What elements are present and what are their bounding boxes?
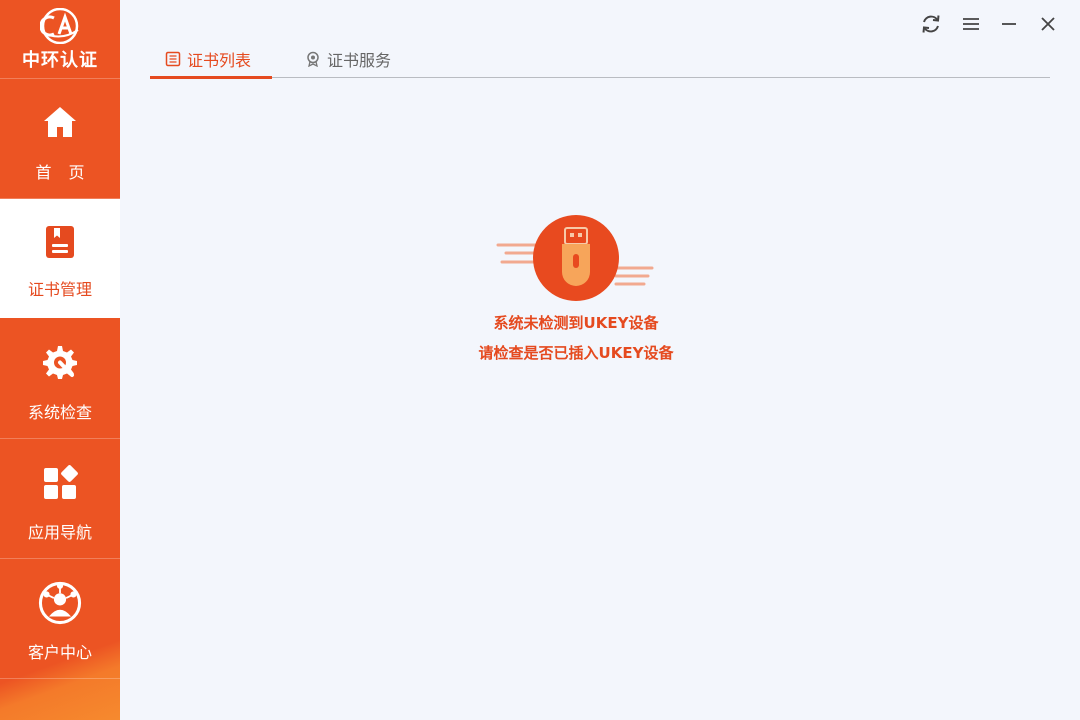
gear-wrench-icon (43, 346, 77, 379)
sidebar-item-label: 客户中心 (27, 643, 92, 662)
tab-certificate-service[interactable]: 证书服务 (305, 40, 391, 77)
sidebar-item-label: 首 页 (35, 163, 91, 182)
sidebar-item-app-navigation[interactable]: 应用导航 (0, 439, 120, 559)
sidebar-item-system-check[interactable]: 系统检查 (0, 319, 120, 439)
tab-bar: 证书列表 证书服务 (150, 40, 1050, 79)
close-icon[interactable] (1036, 12, 1060, 36)
badge-icon (307, 51, 319, 67)
sidebar-item-label: 证书管理 (27, 280, 92, 299)
tab-label: 证书列表 (187, 50, 252, 70)
apps-grid-icon (44, 465, 78, 499)
app-name: 中环认证 (22, 50, 98, 71)
menu-icon[interactable] (959, 12, 983, 36)
sidebar: 中环认证 首 页 证书管理 系统检查 应用导航 客户中心 (0, 0, 120, 720)
sidebar-item-home[interactable]: 首 页 (0, 79, 120, 199)
sidebar-item-label: 系统检查 (27, 403, 92, 422)
ca-logo-icon (40, 8, 79, 44)
insert-ukey-hint: 请检查是否已插入UKEY设备 (478, 344, 674, 362)
active-tab-indicator (150, 76, 272, 79)
sidebar-item-customer-center[interactable]: 客户中心 (0, 559, 120, 679)
no-ukey-message: 系统未检测到UKEY设备 (493, 314, 659, 332)
user-network-icon (38, 581, 82, 625)
tab-label: 证书服务 (327, 50, 392, 70)
list-icon (165, 51, 181, 66)
app-logo: 中环认证 (0, 0, 120, 79)
minimize-icon[interactable] (997, 12, 1021, 36)
tab-certificate-list[interactable]: 证书列表 (165, 40, 251, 77)
certificate-icon (46, 226, 74, 258)
sidebar-item-certificate-management[interactable]: 证书管理 (0, 199, 120, 318)
home-icon (44, 107, 76, 137)
refresh-icon[interactable] (919, 12, 943, 36)
sidebar-item-label: 应用导航 (27, 523, 92, 542)
usb-key-icon (496, 215, 654, 301)
